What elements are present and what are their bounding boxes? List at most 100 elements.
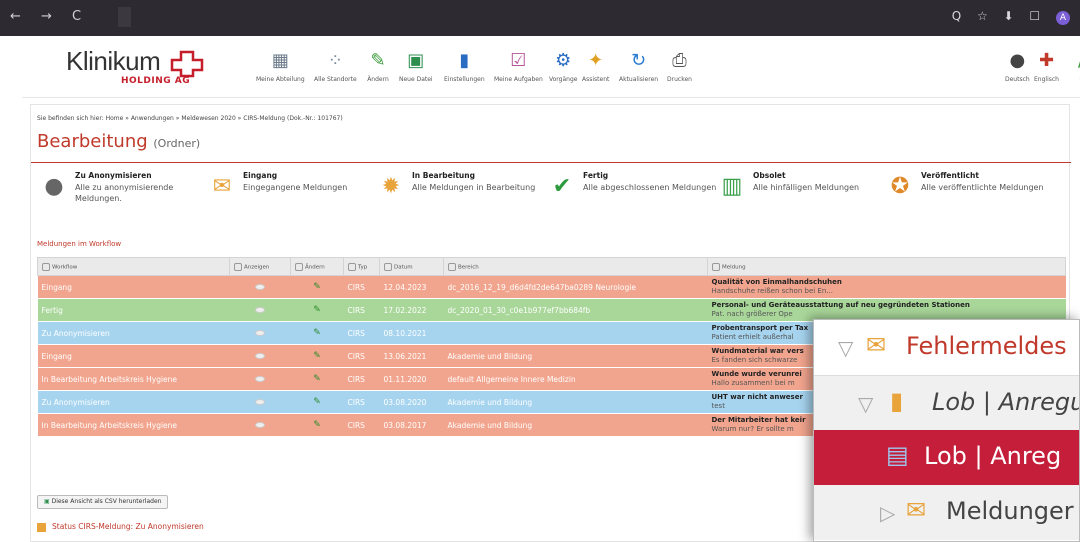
tool-label: Deutsch (1005, 76, 1030, 83)
tree-item-lob-anregung-selected[interactable]: ▤ Lob | Anreg (814, 430, 1079, 485)
view-icon[interactable] (255, 375, 265, 382)
edit-icon[interactable]: ✎ (313, 351, 321, 361)
cell-bereich: dc_2016_12_19_d6d4fd2de647ba0289 Neurolo… (443, 275, 708, 299)
view-icon[interactable] (255, 329, 265, 336)
col-typ[interactable]: Typ (343, 257, 380, 276)
col-bereich[interactable]: Bereich (443, 257, 708, 276)
tool-label: Einstellungen (444, 76, 485, 83)
table-row[interactable]: Eingang ✎ CIRS 12.04.2023 dc_2016_12_19_d6d4… (37, 275, 1066, 299)
edit-icon[interactable]: ✎ (313, 282, 321, 292)
breadcrumb[interactable]: Sie befinden sich hier: Home » Anwendung… (37, 115, 343, 122)
browser-toolbar: ← → C Q ☆ ⬇ ☐ A (0, 0, 1080, 36)
toolbar-deutsch[interactable]: ● Deutsch (1005, 50, 1030, 83)
tab-title: In Bearbeitung (412, 171, 475, 180)
edit-icon[interactable]: ✎ (313, 328, 321, 338)
cell-aendern[interactable]: ✎ (290, 321, 344, 345)
status-link[interactable]: Status CIRS-Meldung: Zu Anonymisieren (37, 522, 204, 532)
tree-item-lob-anregung[interactable]: ▽ ▮ Lob | Anregu (814, 375, 1079, 430)
view-icon[interactable] (255, 421, 265, 428)
cell-anzeigen[interactable] (229, 298, 291, 322)
toolbar-meine-abteilung[interactable]: ▦ Meine Abteilung (256, 50, 305, 83)
browser-action-icons[interactable]: Q ☆ ⬇ ☐ (952, 9, 1046, 23)
col-label: Workflow (52, 264, 78, 270)
tree-item-meldungen[interactable]: ▷ ✉ Meldunger (814, 485, 1079, 540)
tab-obsolet[interactable]: ▥ Obsolet Alle hinfälligen Meldungen (719, 169, 889, 211)
col-label: Anzeigen (244, 264, 270, 270)
col-label: Bereich (458, 264, 479, 270)
view-icon[interactable] (255, 352, 265, 359)
tab-veroeffentlicht[interactable]: ✪ Veröffentlicht Alle veröffentlichte Me… (887, 169, 1067, 211)
cell-anzeigen[interactable] (229, 321, 291, 345)
view-icon[interactable] (255, 398, 265, 405)
filter-icon (348, 262, 356, 271)
cell-aendern[interactable]: ✎ (290, 390, 344, 414)
page-title: Bearbeitung (Ordner) (37, 131, 200, 152)
tool-label: Alle Standorte (314, 76, 357, 83)
col-aendern[interactable]: Ändern (290, 257, 344, 276)
col-workflow[interactable]: Workflow (37, 257, 230, 276)
envelope-icon: ✉ (212, 174, 232, 199)
toolbar-alle-standorte[interactable]: ⁘ Alle Standorte (314, 50, 357, 83)
address-bar[interactable] (118, 7, 131, 27)
cell-datum: 08.10.2021 (379, 321, 444, 345)
edit-icon[interactable]: ✎ (313, 397, 321, 407)
view-icon[interactable] (255, 306, 265, 313)
cell-anzeigen[interactable] (229, 344, 291, 368)
tab-subtitle: Alle hinfälligen Meldungen (753, 183, 860, 192)
browser-nav-buttons[interactable]: ← → C (10, 9, 89, 24)
cell-anzeigen[interactable] (229, 367, 291, 391)
col-meldung[interactable]: Meldung (707, 257, 1066, 276)
toolbar-meine-aufgaben[interactable]: ☑ Meine Aufgaben (494, 50, 543, 83)
collapse-triangle-icon: ▷ (880, 501, 896, 525)
tab-fertig[interactable]: ✔ Fertig Alle abgeschlossenen Meldungen (549, 169, 719, 211)
tab-subtitle: Alle zu anonymisierende Meldungen. (75, 183, 174, 203)
col-anzeigen[interactable]: Anzeigen (229, 257, 291, 276)
cell-aendern[interactable]: ✎ (290, 275, 344, 299)
more-icon: / (1070, 50, 1080, 72)
profile-avatar[interactable]: A (1056, 11, 1070, 25)
filter-icon (712, 262, 720, 271)
view-icon[interactable] (255, 283, 265, 290)
cell-aendern[interactable]: ✎ (290, 344, 344, 368)
cell-aendern[interactable]: ✎ (290, 367, 344, 391)
cell-bereich: Akademie und Bildung (443, 390, 708, 414)
tab-in-bearbeitung[interactable]: ✹ In Bearbeitung Alle Meldungen in Bearb… (378, 169, 548, 211)
cell-workflow: In Bearbeitung Arbeitskreis Hygiene (37, 413, 230, 437)
cell-anzeigen[interactable] (229, 275, 291, 299)
cell-meldung[interactable]: Qualität von Einmalhandschuhen Handschuhe… (707, 275, 1066, 299)
tree-label: Lob | Anreg (924, 442, 1062, 470)
toolbar-more[interactable]: /L (1070, 50, 1080, 83)
edit-icon[interactable]: ✎ (313, 420, 321, 430)
cell-aendern[interactable]: ✎ (290, 413, 344, 437)
cell-typ: CIRS (343, 321, 380, 345)
toolbar-vorgaenge[interactable]: ⚙ Vorgänge (549, 50, 577, 83)
cell-anzeigen[interactable] (229, 413, 291, 437)
cell-datum: 13.06.2021 (379, 344, 444, 368)
col-datum[interactable]: Datum (379, 257, 444, 276)
csv-label: Diese Ansicht als CSV herunterladen (51, 498, 162, 505)
toolbar-assistent[interactable]: ✦ Assistent (582, 50, 609, 83)
toolbar-englisch[interactable]: ✚ Englisch (1034, 50, 1059, 83)
toolbar-drucken[interactable]: ⎙ Drucken (667, 50, 692, 83)
csv-download-button[interactable]: ▣ Diese Ansicht als CSV herunterladen (37, 495, 169, 509)
edit-icon[interactable]: ✎ (313, 374, 321, 384)
person-icon: ● (44, 174, 64, 199)
meldung-title: Personal- und Geräteausstattung auf neu … (711, 301, 970, 309)
browser-actions[interactable]: Q ☆ ⬇ ☐ A (952, 9, 1070, 25)
toolbar-neue-datei[interactable]: ▣ Neue Datei (399, 50, 433, 83)
logo-subtext: HOLDING AG (121, 76, 191, 86)
tasks-icon: ☑ (510, 50, 527, 71)
toolbar-aendern[interactable]: ✎ Ändern (367, 50, 389, 83)
cell-anzeigen[interactable] (229, 390, 291, 414)
toolbar-einstellungen[interactable]: ▮ Einstellungen (444, 50, 485, 83)
tree-label: Fehlermeldes (906, 332, 1067, 360)
tab-eingang[interactable]: ✉ Eingang Eingegangene Meldungen (209, 169, 379, 211)
klinikum-logo[interactable]: Klinikum HOLDING AG (66, 46, 204, 86)
toolbar-aktualisieren[interactable]: ↻ Aktualisieren (619, 50, 658, 83)
cell-aendern[interactable]: ✎ (290, 298, 344, 322)
edit-icon[interactable]: ✎ (313, 305, 321, 315)
tree-item-fehlermeldungen[interactable]: ▽ ✉ Fehlermeldes (814, 320, 1079, 375)
certificate-icon: ✪ (890, 174, 910, 199)
tab-zu-anonymisieren[interactable]: ● Zu Anonymisieren Alle zu anonymisieren… (41, 169, 211, 211)
trash-icon: ▥ (721, 174, 743, 199)
